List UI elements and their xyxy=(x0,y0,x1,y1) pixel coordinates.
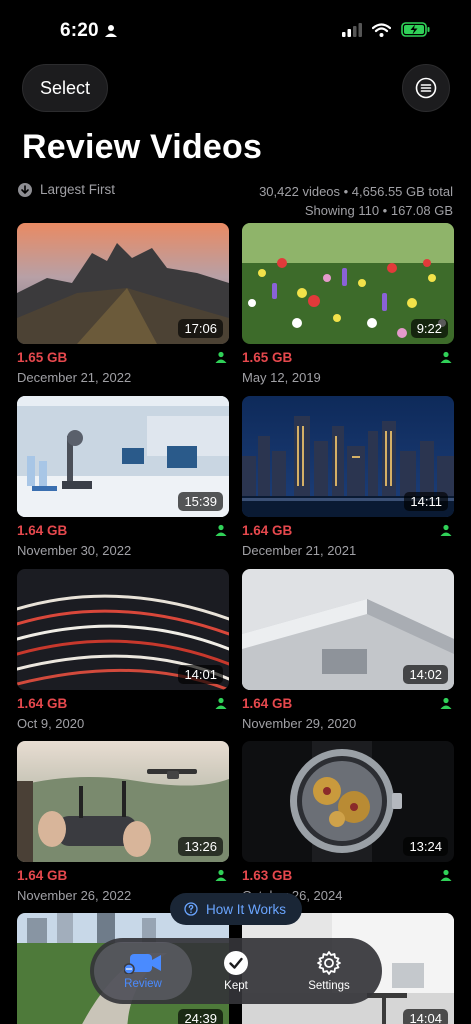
tab-settings[interactable]: Settings xyxy=(280,942,378,1000)
sort-toggle[interactable]: Largest First xyxy=(18,182,115,197)
cellular-signal-icon xyxy=(342,22,362,37)
video-size: 1.65 GB xyxy=(17,350,68,365)
person-icon xyxy=(215,869,227,881)
tab-settings-label: Settings xyxy=(308,980,350,992)
video-duration: 14:02 xyxy=(403,665,448,684)
person-icon xyxy=(215,697,227,709)
tab-bar: Review Kept Settings xyxy=(90,938,382,1004)
question-circle-icon xyxy=(184,902,198,916)
video-size: 1.64 GB xyxy=(242,696,293,711)
how-it-works-button[interactable]: How It Works xyxy=(170,893,302,925)
select-button[interactable]: Select xyxy=(22,64,108,112)
wifi-icon xyxy=(372,22,391,37)
video-card[interactable]: 13:24 1.63 GB October 26, 2024 xyxy=(242,741,454,903)
video-date: December 21, 2022 xyxy=(17,370,132,385)
tab-kept[interactable]: Kept xyxy=(187,942,285,1000)
video-duration: 15:39 xyxy=(178,492,223,511)
gear-icon xyxy=(317,951,341,975)
person-icon xyxy=(215,351,227,363)
video-thumbnail[interactable]: 14:01 xyxy=(17,569,229,690)
video-duration: 14:04 xyxy=(403,1009,448,1024)
video-size: 1.65 GB xyxy=(242,350,293,365)
person-icon xyxy=(105,25,117,37)
video-date: May 12, 2019 xyxy=(242,370,321,385)
video-date: December 21, 2021 xyxy=(242,543,357,558)
video-card[interactable]: 9:22 1.65 GB May 12, 2019 xyxy=(242,223,454,385)
video-duration: 14:11 xyxy=(404,492,448,511)
battery-charging-icon xyxy=(401,22,430,37)
video-card[interactable]: 13:26 1.64 GB November 26, 2022 xyxy=(17,741,229,903)
person-icon xyxy=(440,524,452,536)
filter-menu-button[interactable] xyxy=(402,64,450,112)
video-duration: 14:01 xyxy=(178,665,223,684)
video-thumbnail[interactable]: 15:39 xyxy=(17,396,229,517)
video-size: 1.64 GB xyxy=(17,523,68,538)
video-size: 1.64 GB xyxy=(17,696,68,711)
person-icon xyxy=(440,351,452,363)
video-duration: 13:24 xyxy=(403,837,448,856)
library-stats: 30,422 videos • 4,656.55 GB total Showin… xyxy=(259,182,453,220)
how-it-works-label: How It Works xyxy=(206,901,287,917)
video-card[interactable]: 14:11 1.64 GB December 21, 2021 xyxy=(242,396,454,558)
video-card[interactable]: 14:02 1.64 GB November 29, 2020 xyxy=(242,569,454,731)
stats-showing: Showing 110 • 167.08 GB xyxy=(304,203,453,218)
video-size: 1.64 GB xyxy=(17,868,68,883)
status-time: 6:20 xyxy=(60,20,99,41)
page-title: Review Videos xyxy=(22,128,263,166)
video-size: 1.64 GB xyxy=(242,523,293,538)
video-duration: 17:06 xyxy=(178,319,223,338)
status-indicators xyxy=(342,22,431,37)
person-icon xyxy=(440,697,452,709)
person-icon xyxy=(215,524,227,536)
video-date: Oct 9, 2020 xyxy=(17,716,85,731)
video-card[interactable]: 15:39 1.64 GB November 30, 2022 xyxy=(17,396,229,558)
status-bar: 6:20 xyxy=(0,0,471,60)
video-card[interactable]: 17:06 1.65 GB December 21, 2022 xyxy=(17,223,229,385)
video-size: 1.63 GB xyxy=(242,868,293,883)
video-thumbnail[interactable]: 13:24 xyxy=(242,741,454,862)
video-card[interactable]: 14:01 1.64 GB Oct 9, 2020 xyxy=(17,569,229,731)
video-thumbnail[interactable]: 14:11 xyxy=(242,396,454,517)
video-date: November 26, 2022 xyxy=(17,888,132,903)
sort-label: Largest First xyxy=(40,182,116,197)
video-date: November 29, 2020 xyxy=(242,716,357,731)
video-thumbnail[interactable]: 13:26 xyxy=(17,741,229,862)
person-icon xyxy=(440,869,452,881)
video-duration: 13:26 xyxy=(178,837,223,856)
tab-review-label: Review xyxy=(124,978,162,990)
video-thumbnail[interactable]: 9:22 xyxy=(242,223,454,344)
list-filter-icon xyxy=(415,77,437,99)
video-thumbnail[interactable]: 17:06 xyxy=(17,223,229,344)
tab-review[interactable]: Review xyxy=(94,942,192,1000)
video-duration: 9:22 xyxy=(410,319,448,338)
stats-totals: 30,422 videos • 4,656.55 GB total xyxy=(259,184,453,199)
video-thumbnail[interactable]: 14:02 xyxy=(242,569,454,690)
video-date: November 30, 2022 xyxy=(17,543,132,558)
arrow-down-circle-icon xyxy=(18,182,32,197)
checkmark-circle-icon xyxy=(224,951,248,975)
tab-kept-label: Kept xyxy=(224,980,248,992)
video-camera-icon xyxy=(124,954,161,974)
video-duration: 24:39 xyxy=(178,1009,223,1024)
